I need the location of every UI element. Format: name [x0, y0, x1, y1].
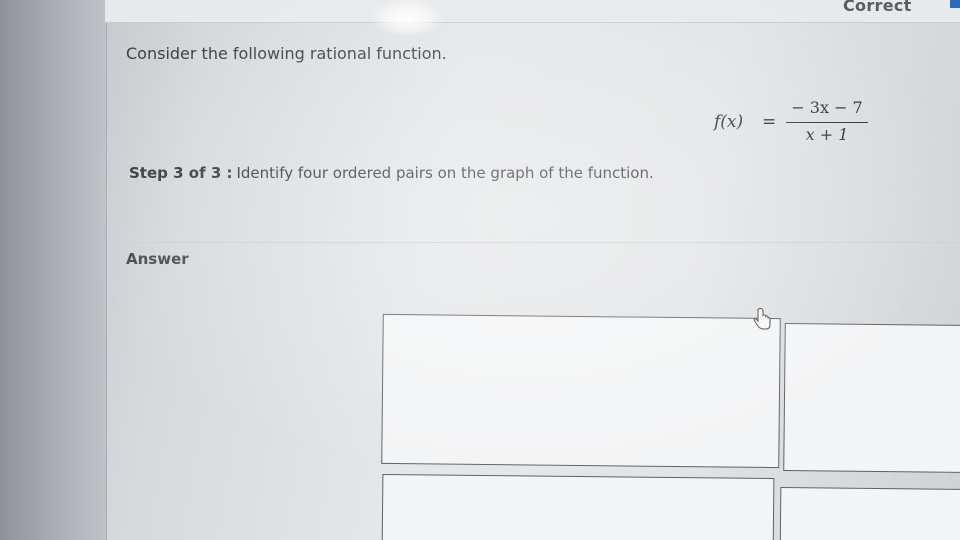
- ordered-pair-input-4[interactable]: [779, 487, 960, 540]
- function-denominator: x + 1: [805, 125, 849, 144]
- section-divider: [112, 242, 960, 243]
- function-numerator: − 3x − 7: [791, 98, 863, 117]
- ordered-pair-input-2[interactable]: [783, 323, 960, 473]
- step-text: Identify four ordered pairs on the graph…: [236, 164, 654, 182]
- left-rail: [0, 0, 107, 540]
- top-bar: [105, 0, 960, 23]
- status-accent-tab: [950, 0, 960, 8]
- answer-label: Answer: [126, 250, 189, 268]
- ordered-pair-input-1[interactable]: [381, 313, 781, 469]
- function-lhs: f(x): [714, 112, 744, 132]
- question-intro: Consider the following rational function…: [126, 44, 447, 63]
- ordered-pair-input-3[interactable]: [381, 473, 775, 540]
- status-badge: Correct: [843, 0, 912, 15]
- function-equals: =: [762, 112, 777, 132]
- step-instruction: Step 3 of 3 : Identify four ordered pairs…: [129, 164, 654, 182]
- hand-pointer-icon: [753, 308, 771, 330]
- step-label: Step 3 of 3 :: [129, 164, 233, 182]
- fraction-bar: [786, 122, 868, 123]
- function-fraction: − 3x − 7 x + 1: [786, 98, 868, 144]
